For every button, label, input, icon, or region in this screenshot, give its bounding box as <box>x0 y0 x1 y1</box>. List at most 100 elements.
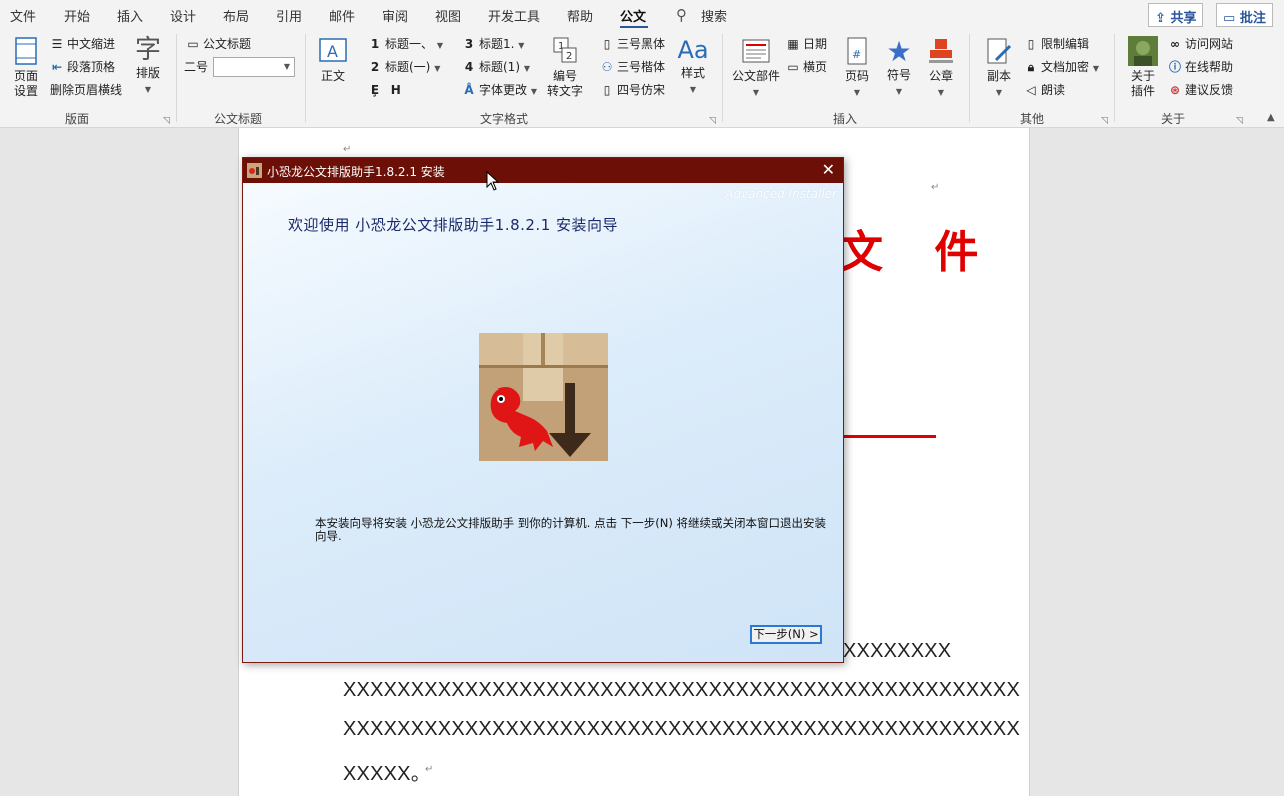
date-button[interactable]: ▦ 日期 <box>786 36 827 52</box>
page-number-button[interactable]: # 页码 ▼ <box>840 36 874 100</box>
body-text-icon: A <box>319 38 347 62</box>
remove-header-line-button[interactable]: 删除页眉横线 <box>50 82 122 98</box>
about-plugin-button[interactable]: 关于 插件 <box>1124 36 1162 99</box>
copy-label: 副本 <box>986 69 1011 83</box>
dialog-body: Advanced Installer 欢迎使用 小恐龙公文排版助手1.8.2.1… <box>243 183 843 662</box>
collapse-ribbon-icon[interactable]: ▲ <box>1267 112 1275 123</box>
copy-edit-icon <box>987 38 1012 64</box>
about-launcher-icon[interactable]: ◹ <box>1236 116 1243 126</box>
dialog-title: 小恐龙公文排版助手1.8.2.1 安装 <box>267 165 445 179</box>
heading-3-button[interactable]: 3 标题1. ▼ <box>462 36 525 54</box>
separator <box>305 34 306 122</box>
tab-file[interactable]: 文件 <box>10 6 36 25</box>
chevron-down-icon: ▼ <box>895 87 903 96</box>
chinese-indent-button[interactable]: ☰ 中文缩进 <box>50 36 115 52</box>
menu-bar: 文件 开始 插入 设计 布局 引用 邮件 审阅 视图 开发工具 帮助 公文 ⚲ … <box>0 0 1284 30</box>
online-help-button[interactable]: ⓘ 在线帮助 <box>1168 59 1233 75</box>
doc-parts-button[interactable]: 公文部件 ▼ <box>730 36 782 100</box>
installer-watermark: Advanced Installer <box>725 187 837 201</box>
text-format-launcher-icon[interactable]: ◹ <box>709 116 716 126</box>
tab-home[interactable]: 开始 <box>64 6 90 25</box>
share-label: 共享 <box>1170 11 1197 26</box>
page-setup-button[interactable]: 页面 设置 <box>8 36 44 99</box>
tab-design[interactable]: 设计 <box>170 6 196 25</box>
encrypt-button[interactable]: 🔒︎ 文档加密 ▼ <box>1024 59 1099 77</box>
copy-button[interactable]: 副本 ▼ <box>980 36 1018 100</box>
group-label-title: 公文标题 <box>214 112 263 126</box>
search-box[interactable]: 搜索 <box>701 6 727 25</box>
style-button[interactable]: Aa 样式 ▼ <box>674 34 712 97</box>
chevron-down-icon: ▼ <box>518 41 525 50</box>
heading-4-label: 标题(1) <box>479 60 520 74</box>
chevron-down-icon: ▼ <box>752 88 760 97</box>
separator <box>969 34 970 122</box>
calendar-icon: ▦ <box>787 37 799 51</box>
indent-icon: ☰ <box>51 37 63 51</box>
feedback-label: 建议反馈 <box>1185 83 1234 97</box>
ribbon: 页面 设置 ☰ 中文缩进 ⇤ 段落顶格 删除页眉横线 字 排版 ▼ 版面 ◹ ▭ 公文标… <box>0 30 1284 128</box>
dialog-title-bar[interactable]: 小恐龙公文排版助手1.8.2.1 安装 ✕ <box>243 158 843 183</box>
tab-layout[interactable]: 布局 <box>223 6 249 25</box>
search-icon[interactable]: ⚲ <box>676 6 687 24</box>
page-number-label: 页码 <box>844 69 869 83</box>
tab-references[interactable]: 引用 <box>276 6 302 25</box>
read-aloud-button[interactable]: ◁ 朗读 <box>1024 82 1065 98</box>
typeset-button[interactable]: 字 排版 ▼ <box>130 34 166 97</box>
group-label-layout: 版面 <box>65 112 90 126</box>
h-icon[interactable]: H <box>389 82 403 98</box>
active-tab-underline <box>620 26 648 28</box>
style-label: 样式 <box>680 66 705 80</box>
heading-1-button[interactable]: 1 标题一、 ▼ <box>368 36 443 54</box>
font-fangsong-label: 四号仿宋 <box>617 83 666 97</box>
link-icon: ∞ <box>1170 37 1180 51</box>
close-icon[interactable]: ✕ <box>822 160 835 179</box>
tab-gongwen[interactable]: 公文 <box>620 6 646 25</box>
tab-review[interactable]: 审阅 <box>382 6 408 25</box>
visit-site-label: 访问网站 <box>1185 37 1234 51</box>
feedback-button[interactable]: ⊛ 建议反馈 <box>1168 82 1233 98</box>
tab-mailings[interactable]: 邮件 <box>329 6 355 25</box>
font-size-select[interactable]: ▼ <box>213 57 295 77</box>
next-button[interactable]: 下一步(N) > <box>750 625 822 644</box>
heading-2-number: 2 <box>370 60 380 74</box>
page-setup-icon <box>15 37 37 65</box>
tab-view[interactable]: 视图 <box>435 6 461 25</box>
tab-help[interactable]: 帮助 <box>567 6 593 25</box>
plugin-avatar-icon <box>1128 36 1158 66</box>
comment-label: 批注 <box>1239 11 1266 26</box>
para-top-button[interactable]: ⇤ 段落顶格 <box>50 59 115 75</box>
comment-icon: ▭ <box>1223 11 1236 26</box>
page-number-icon: # <box>847 37 867 65</box>
restrict-edit-button[interactable]: ▯ 限制编辑 <box>1024 36 1089 52</box>
align-buttons[interactable]: Ȩ H <box>368 82 406 98</box>
font-heiti-button[interactable]: ▯ 三号黑体 <box>600 36 665 52</box>
number-to-text-button[interactable]: 12 编号 转文字 <box>546 36 584 99</box>
heading-2-button[interactable]: 2 标题(一) ▼ <box>368 59 441 77</box>
font-change-button[interactable]: Å 字体更改 ▼ <box>462 82 537 100</box>
font-heiti-label: 三号黑体 <box>617 37 666 51</box>
font-kaiti-button[interactable]: ⚇ 三号楷体 <box>600 59 665 75</box>
share-button[interactable]: ⇪ 共享 <box>1148 3 1204 27</box>
chevron-down-icon: ▼ <box>436 41 443 50</box>
heading-4-number: 4 <box>464 60 474 74</box>
chevron-down-icon: ▼ <box>1092 64 1099 73</box>
comment-button[interactable]: ▭ 批注 <box>1216 3 1273 27</box>
symbol-button[interactable]: ★ 符号 ▼ <box>882 36 916 99</box>
tab-insert[interactable]: 插入 <box>117 6 143 25</box>
font-fangsong-button[interactable]: ▯ 四号仿宋 <box>600 82 665 98</box>
tab-developer[interactable]: 开发工具 <box>488 6 540 25</box>
welcome-heading: 欢迎使用 小恐龙公文排版助手1.8.2.1 安装向导 <box>288 216 619 234</box>
seal-button[interactable]: 公章 ▼ <box>924 36 958 100</box>
body-text-button[interactable]: A 正文 <box>314 36 352 84</box>
distribute-icon[interactable]: Ȩ <box>368 82 382 98</box>
page-setup-label-1: 页面 <box>13 69 38 83</box>
group-label-insert: 插入 <box>833 112 858 126</box>
heading-4-button[interactable]: 4 标题(1) ▼ <box>462 59 530 77</box>
other-launcher-icon[interactable]: ◹ <box>1101 116 1108 126</box>
landscape-button[interactable]: ▭ 横页 <box>786 59 827 75</box>
layout-launcher-icon[interactable]: ◹ <box>163 116 170 126</box>
number-to-text-label-1: 编号 <box>552 69 577 83</box>
doc-title-button[interactable]: ▭ 公文标题 <box>186 36 251 52</box>
installer-dialog: 小恐龙公文排版助手1.8.2.1 安装 ✕ Advanced Installer… <box>242 157 844 663</box>
visit-site-button[interactable]: ∞ 访问网站 <box>1168 36 1233 52</box>
